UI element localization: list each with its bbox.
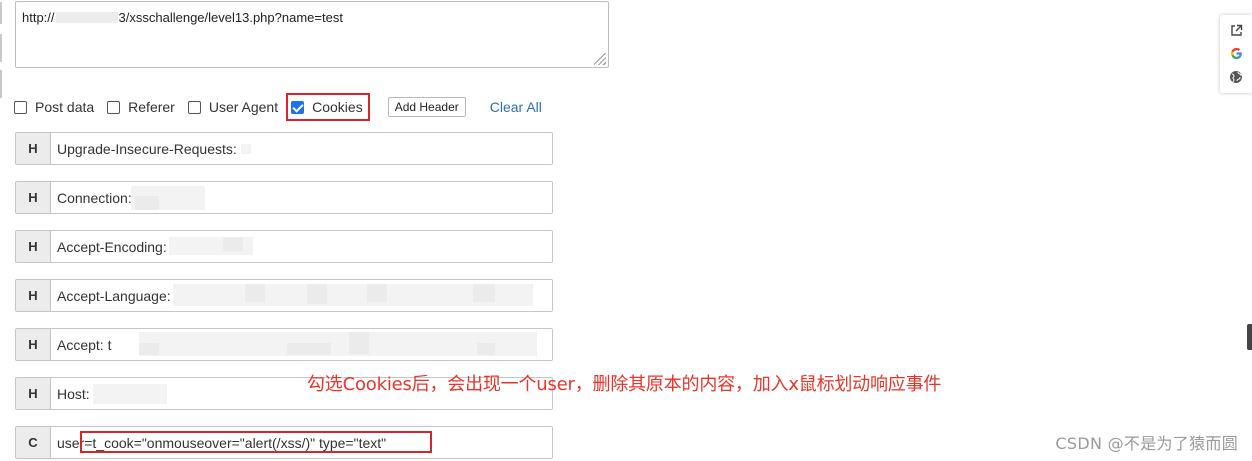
- header-value: Accept: t: [57, 336, 112, 353]
- header-row[interactable]: H Accept-Language:: [15, 279, 553, 312]
- watermark: CSDN @不是为了猿而圆: [1055, 434, 1238, 453]
- header-type-badge: H: [16, 378, 51, 409]
- redaction-mask: [367, 284, 387, 302]
- header-value-field[interactable]: Upgrade-Insecure-Requests:: [51, 133, 552, 164]
- header-value-field[interactable]: Connection:: [51, 182, 552, 213]
- header-value: Accept-Encoding:: [57, 238, 167, 255]
- option-label: Cookies: [312, 99, 363, 115]
- redaction-mask: [139, 343, 159, 355]
- globe-icon[interactable]: [1228, 69, 1244, 85]
- redaction-mask: [135, 196, 159, 210]
- redaction-mask: [223, 237, 243, 251]
- header-row[interactable]: H Accept-Encoding:: [15, 230, 553, 263]
- option-cookies[interactable]: Cookies: [286, 93, 370, 121]
- option-post-data[interactable]: Post data: [14, 99, 94, 115]
- page: http:// 3/xsschallenge/level13.php?name=t…: [0, 0, 1252, 461]
- header-row[interactable]: H Connection:: [15, 181, 553, 214]
- cookie-type-badge: C: [16, 427, 51, 458]
- redaction-mask: [307, 284, 327, 304]
- option-label: Post data: [35, 99, 95, 115]
- header-value-field[interactable]: Accept: t: [51, 329, 552, 360]
- clear-all-link[interactable]: Clear All: [490, 99, 542, 115]
- cookies-checkbox[interactable]: [291, 100, 305, 114]
- redaction-mask: [241, 144, 251, 154]
- resize-grip[interactable]: [594, 53, 606, 65]
- url-suffix: 3/xsschallenge/level13.php?name=test: [118, 10, 343, 25]
- option-referer[interactable]: Referer: [107, 99, 175, 115]
- header-type-badge: H: [16, 231, 51, 262]
- cookie-value: user=t_cook="onmouseover="alert(/xss/)" …: [57, 434, 387, 451]
- url-redacted: [55, 12, 118, 23]
- header-row[interactable]: H Accept: t: [15, 328, 553, 361]
- url-prefix: http://: [22, 10, 55, 25]
- redaction-mask: [245, 284, 265, 302]
- options-row: Post data Referer User Agent Cookies Add…: [14, 93, 542, 121]
- redaction-mask: [473, 284, 495, 302]
- cookie-value-field[interactable]: user=t_cook="onmouseover="alert(/xss/)" …: [51, 427, 552, 458]
- cookie-row[interactable]: C user=t_cook="onmouseover="alert(/xss/)…: [15, 426, 553, 459]
- header-type-badge: H: [16, 329, 51, 360]
- redaction-mask: [477, 343, 495, 355]
- header-row[interactable]: H Upgrade-Insecure-Requests:: [15, 132, 553, 165]
- referer-checkbox[interactable]: [107, 100, 121, 114]
- header-type-badge: H: [16, 280, 51, 311]
- side-toolbar: [1220, 15, 1252, 93]
- header-value-field[interactable]: Accept-Language:: [51, 280, 552, 311]
- header-type-badge: H: [16, 182, 51, 213]
- header-value: Upgrade-Insecure-Requests:: [57, 140, 237, 157]
- left-panel-border: [0, 34, 2, 62]
- redaction-mask: [349, 332, 369, 354]
- option-label: Referer: [128, 99, 175, 115]
- external-link-icon[interactable]: [1228, 23, 1244, 39]
- header-type-badge: H: [16, 133, 51, 164]
- header-value: Connection:: [57, 189, 132, 206]
- redaction-mask: [287, 343, 331, 355]
- edge-tab[interactable]: [1247, 324, 1252, 350]
- google-icon[interactable]: [1228, 46, 1244, 62]
- user-agent-checkbox[interactable]: [187, 100, 201, 114]
- header-value: Host:: [57, 385, 90, 402]
- header-value-field[interactable]: Accept-Encoding:: [51, 231, 552, 262]
- left-panel-border: [0, 2, 2, 24]
- redaction-mask: [93, 384, 167, 404]
- left-panel-border: [0, 70, 2, 98]
- post-data-checkbox[interactable]: [14, 100, 27, 114]
- url-input[interactable]: http:// 3/xsschallenge/level13.php?name=t…: [15, 1, 609, 68]
- header-value: Accept-Language:: [57, 287, 171, 304]
- option-user-agent[interactable]: User Agent: [187, 99, 279, 115]
- add-header-button[interactable]: Add Header: [387, 97, 466, 117]
- option-label: User Agent: [208, 99, 279, 115]
- annotation-text: 勾选Cookies后，会出现一个user，删除其原本的内容，加入x鼠标划动响应事…: [307, 374, 942, 395]
